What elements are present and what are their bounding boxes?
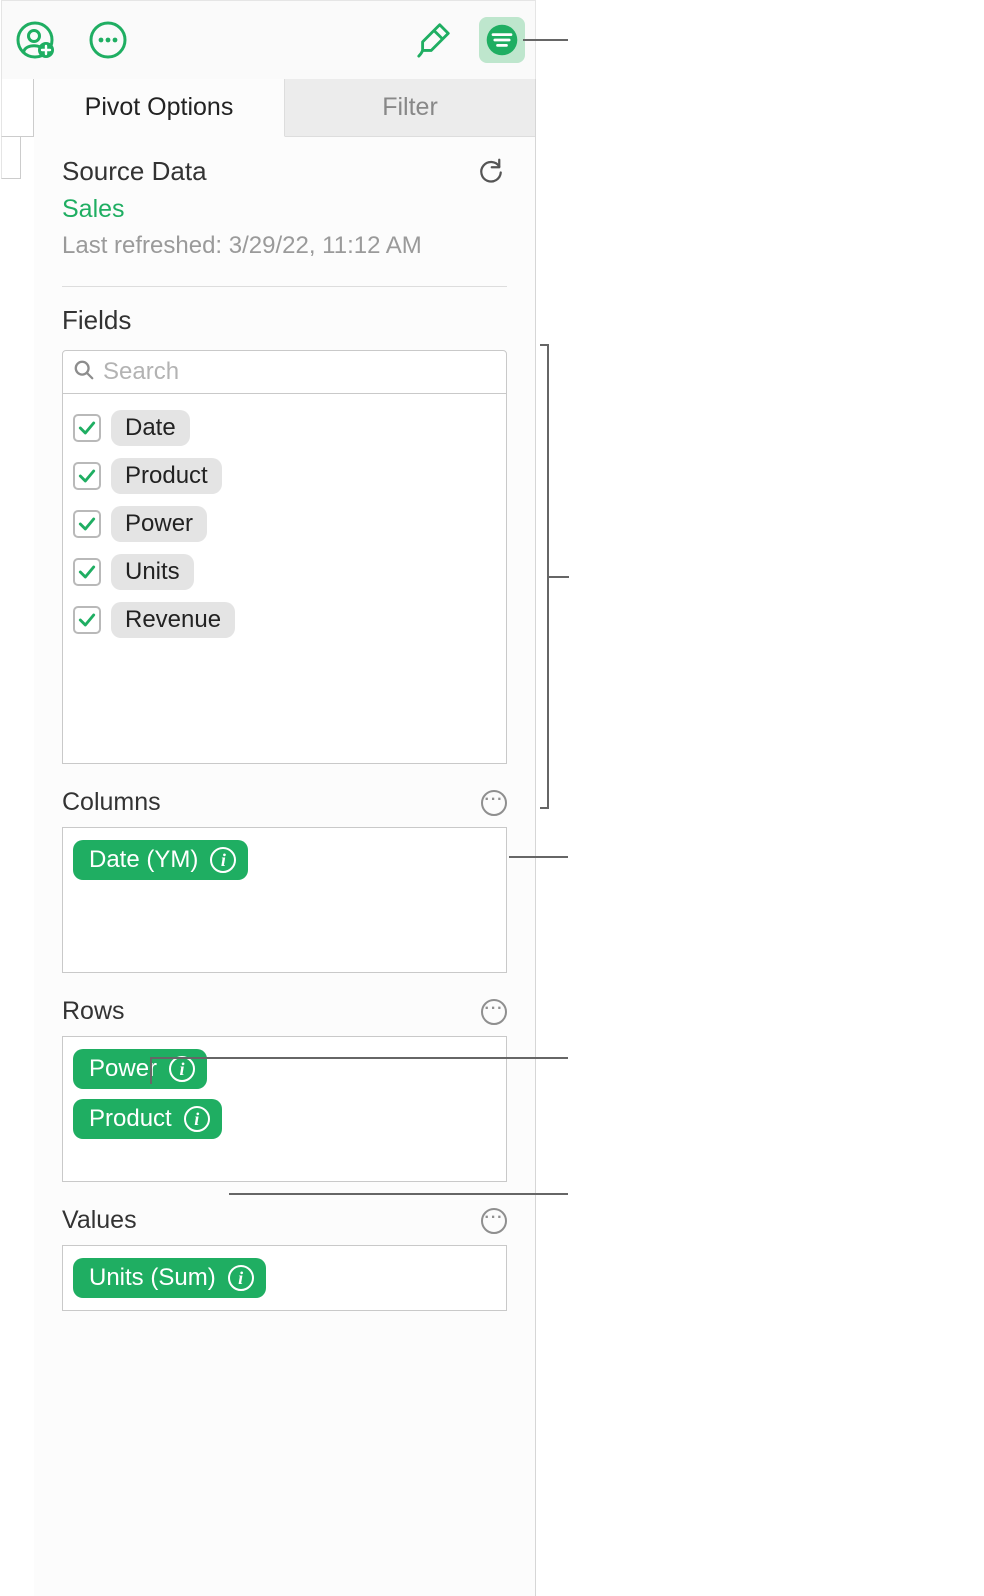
pill-label: Units (Sum): [89, 1264, 216, 1292]
values-more-button[interactable]: ···: [481, 1208, 507, 1234]
source-table-link[interactable]: Sales: [62, 195, 507, 224]
more-options-button[interactable]: [85, 17, 131, 63]
field-checkbox[interactable]: [73, 414, 101, 442]
fields-list: Date Product Power Units Revenue: [62, 394, 507, 764]
tab-filter[interactable]: Filter: [285, 79, 535, 136]
field-row: Revenue: [73, 596, 496, 644]
paintbrush-icon: [415, 21, 453, 59]
field-checkbox[interactable]: [73, 510, 101, 538]
tab-bar: Pivot Options Filter: [34, 79, 535, 137]
field-pill[interactable]: Revenue: [111, 602, 235, 638]
organize-icon: [484, 22, 520, 58]
field-pill[interactable]: Units: [111, 554, 194, 590]
rows-more-button[interactable]: ···: [481, 999, 507, 1025]
source-data-heading: Source Data: [62, 156, 207, 187]
pill-label: Date (YM): [89, 846, 198, 874]
columns-drop-zone[interactable]: Date (YM) i: [62, 827, 507, 973]
field-row: Date: [73, 404, 496, 452]
refresh-icon: [476, 156, 506, 186]
row-field-pill[interactable]: Power i: [73, 1049, 207, 1089]
pill-info-button[interactable]: i: [228, 1265, 254, 1291]
refresh-button[interactable]: [475, 155, 507, 187]
toolbar: [1, 0, 536, 79]
pill-info-button[interactable]: i: [210, 847, 236, 873]
column-field-pill[interactable]: Date (YM) i: [73, 840, 248, 880]
more-dots-icon: ···: [485, 792, 504, 808]
inspector-panel: Pivot Options Filter Source Data Sales L…: [34, 79, 536, 1596]
fields-search-input[interactable]: [101, 357, 496, 387]
collaborate-button[interactable]: [12, 17, 58, 63]
last-refreshed-label: Last refreshed: 3/29/22, 11:12 AM: [62, 232, 507, 260]
callout-line: [150, 1057, 568, 1059]
callout-line: [540, 807, 549, 809]
organize-button[interactable]: [479, 17, 525, 63]
field-checkbox[interactable]: [73, 462, 101, 490]
columns-more-button[interactable]: ···: [481, 790, 507, 816]
callout-line: [547, 576, 569, 578]
values-heading: Values: [62, 1206, 137, 1235]
more-dots-icon: ···: [485, 1001, 504, 1017]
callout-line: [523, 39, 568, 41]
more-dots-icon: ···: [485, 1210, 504, 1226]
divider: [62, 286, 507, 287]
sheet-edge: [1, 79, 34, 137]
search-icon: [73, 359, 95, 386]
value-field-pill[interactable]: Units (Sum) i: [73, 1258, 266, 1298]
field-row: Power: [73, 500, 496, 548]
field-pill[interactable]: Product: [111, 458, 222, 494]
callout-line: [229, 1193, 568, 1195]
fields-search[interactable]: [62, 350, 507, 394]
field-checkbox[interactable]: [73, 606, 101, 634]
field-pill[interactable]: Date: [111, 410, 190, 446]
values-drop-zone[interactable]: Units (Sum) i: [62, 1245, 507, 1311]
columns-heading: Columns: [62, 788, 161, 817]
sheet-edge: [1, 137, 21, 179]
row-field-pill[interactable]: Product i: [73, 1099, 222, 1139]
pill-info-button[interactable]: i: [184, 1106, 210, 1132]
fields-heading: Fields: [62, 305, 507, 336]
field-checkbox[interactable]: [73, 558, 101, 586]
callout-line: [150, 1057, 152, 1084]
pill-label: Product: [89, 1105, 172, 1133]
person-add-icon: [15, 20, 55, 60]
field-row: Units: [73, 548, 496, 596]
callout-line: [509, 856, 568, 858]
tab-pivot-options[interactable]: Pivot Options: [34, 79, 285, 137]
format-button[interactable]: [411, 17, 457, 63]
rows-heading: Rows: [62, 997, 125, 1026]
pill-label: Power: [89, 1055, 157, 1083]
pill-info-button[interactable]: i: [169, 1056, 195, 1082]
callout-line: [540, 344, 549, 346]
field-row: Product: [73, 452, 496, 500]
more-circle-icon: [88, 20, 128, 60]
field-pill[interactable]: Power: [111, 506, 207, 542]
